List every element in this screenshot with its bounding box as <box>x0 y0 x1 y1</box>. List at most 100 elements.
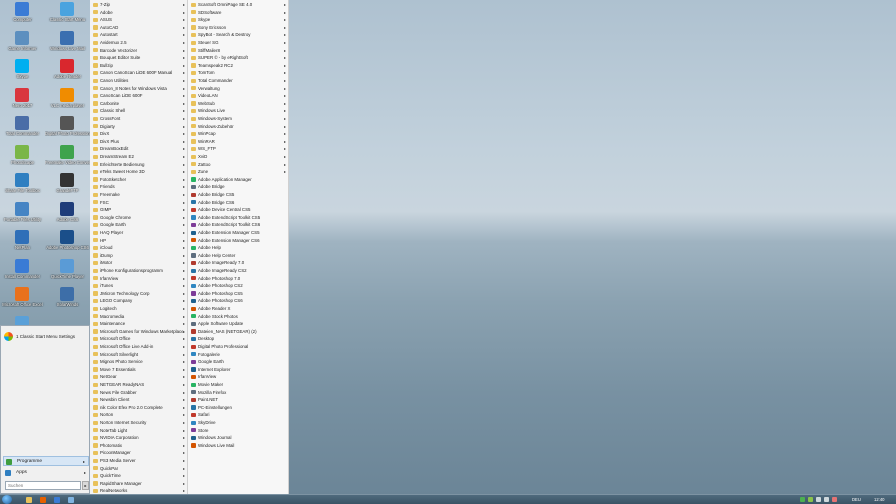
start-button[interactable] <box>2 495 12 504</box>
program-folder-item[interactable]: HP ▸ <box>90 237 187 245</box>
program-folder-item[interactable]: Norton ▸ <box>90 411 187 419</box>
language-indicator[interactable]: DEU <box>852 495 861 504</box>
firefox-icon[interactable] <box>40 497 46 503</box>
desktop-icon[interactable]: Total Commander <box>0 116 45 144</box>
desktop-icon[interactable]: VLC media player <box>45 87 90 116</box>
program-folder-item[interactable]: Friends ▸ <box>90 183 187 191</box>
program-folder-item[interactable]: WS_FTP ▸ <box>188 145 288 153</box>
program-folder-item[interactable]: Classic Shell ▸ <box>90 107 187 115</box>
program-folder-item[interactable]: SDSoftware ▸ <box>188 9 288 17</box>
program-folder-item[interactable]: WinPcap ▸ <box>188 130 288 138</box>
program-folder-item[interactable]: Maintenance ▸ <box>90 320 187 328</box>
program-folder-item[interactable]: QuickPar ▸ <box>90 465 187 473</box>
program-shortcut-item[interactable]: Safari <box>188 411 288 419</box>
program-folder-item[interactable]: Newsbin Client ▸ <box>90 396 187 404</box>
shutdown-button[interactable]: ▸ <box>82 481 89 490</box>
program-shortcut-item[interactable]: Store <box>188 427 288 435</box>
start-menu-apps-item[interactable]: Apps ▸ <box>3 468 89 478</box>
program-folder-item[interactable]: iCloud ▸ <box>90 244 187 252</box>
program-folder-item[interactable]: Freemake ▸ <box>90 191 187 199</box>
program-folder-item[interactable]: Google Chrome ▸ <box>90 214 187 222</box>
desktop-icon[interactable]: Digital Photo Professional <box>45 116 90 144</box>
program-folder-item[interactable]: Zune ▸ <box>188 168 288 176</box>
program-shortcut-item[interactable]: Adobe Reader X <box>188 305 288 313</box>
program-folder-item[interactable]: Carbonite ▸ <box>90 100 187 108</box>
program-folder-item[interactable]: eTeks Sweet Home 3D ▸ <box>90 168 187 176</box>
program-folder-item[interactable]: Windows-Zubehör ▸ <box>188 123 288 131</box>
flag-icon[interactable] <box>832 497 837 502</box>
program-folder-item[interactable]: AutoCAD ▸ <box>90 24 187 32</box>
program-folder-item[interactable]: Total Commander ▸ <box>188 77 288 85</box>
desktop-icon[interactable]: Portable Files Utility <box>0 201 45 230</box>
program-shortcut-item[interactable]: Google Earth <box>188 358 288 366</box>
program-folder-item[interactable]: TomTom ▸ <box>188 69 288 77</box>
program-folder-item[interactable]: DreamStream E2 ▸ <box>90 153 187 161</box>
program-folder-item[interactable]: Move 7 Essentials ▸ <box>90 366 187 374</box>
program-folder-item[interactable]: SUPER © - by eRightSoft ▸ <box>188 54 288 62</box>
program-shortcut-item[interactable]: Apple Software Update <box>188 320 288 328</box>
program-folder-item[interactable]: FSC ▸ <box>90 199 187 207</box>
program-folder-item[interactable]: Canon Utilities ▸ <box>90 77 187 85</box>
program-folder-item[interactable]: Zattoo ▸ <box>188 161 288 169</box>
desktop-icon[interactable]: PhotoScape <box>0 144 45 173</box>
program-shortcut-item[interactable]: Adobe ExtendScript Toolkit CS5 <box>188 214 288 222</box>
desktop-icon[interactable]: NetPlan <box>0 230 45 258</box>
program-shortcut-item[interactable]: Windows Journal <box>188 434 288 442</box>
desktop-icon[interactable]: SolarWinds <box>45 287 90 315</box>
program-folder-item[interactable]: NoteTab Light ▸ <box>90 427 187 435</box>
desktop-icon[interactable]: Share File Toolbox <box>0 173 45 201</box>
program-shortcut-item[interactable]: Adobe Stock Photos <box>188 313 288 321</box>
program-folder-item[interactable]: Canon_8 Notes for Windows Vista ▸ <box>90 85 187 93</box>
program-folder-item[interactable]: Canon CanoScan LiDE 600F Manual ▸ <box>90 69 187 77</box>
program-shortcut-item[interactable]: Desktop <box>188 335 288 343</box>
desktop-icon[interactable]: Skype <box>0 59 45 87</box>
program-folder-item[interactable]: ScanSoft OmniPage SE 4.0 ▸ <box>188 1 288 9</box>
program-shortcut-item[interactable]: Digital Photo Professional <box>188 343 288 351</box>
program-folder-item[interactable]: PS3 Media Server ▸ <box>90 457 187 465</box>
volume-icon[interactable] <box>824 497 829 502</box>
program-shortcut-item[interactable]: Adobe Extension Manager CS5 <box>188 229 288 237</box>
program-folder-item[interactable]: iPhone Konfigurationsprogramm ▸ <box>90 267 187 275</box>
program-shortcut-item[interactable]: Adobe ImageReady CS2 <box>188 267 288 275</box>
program-folder-item[interactable]: GIMP ▸ <box>90 206 187 214</box>
program-shortcut-item[interactable]: Adobe Bridge <box>188 183 288 191</box>
program-folder-item[interactable]: nik Color Efex Pro 2.0 Complete ▸ <box>90 404 187 412</box>
program-folder-item[interactable]: DreamBoxEdit ▸ <box>90 145 187 153</box>
program-folder-item[interactable]: CanoScan LiDE 600F ▸ <box>90 92 187 100</box>
program-folder-item[interactable]: SpyBot - Search & Destroy ▸ <box>188 31 288 39</box>
program-folder-item[interactable]: NVIDIA Corporation ▸ <box>90 434 187 442</box>
program-folder-item[interactable]: WinRAR ▸ <box>188 138 288 146</box>
program-shortcut-item[interactable]: Windows Live Mail <box>188 442 288 450</box>
program-folder-item[interactable]: VideoLAN ▸ <box>188 92 288 100</box>
program-folder-item[interactable]: ASUS ▸ <box>90 16 187 24</box>
program-folder-item[interactable]: FotoSketcher ▸ <box>90 176 187 184</box>
program-folder-item[interactable]: Microsoft Silverlight ▸ <box>90 351 187 359</box>
explorer-icon[interactable] <box>26 497 32 503</box>
program-folder-item[interactable]: Logitech ▸ <box>90 305 187 313</box>
desktop-icon[interactable]: GrandeFTP <box>45 173 90 201</box>
program-folder-item[interactable]: Microsoft Office ▸ <box>90 335 187 343</box>
program-shortcut-item[interactable]: Adobe Application Manager <box>188 176 288 184</box>
program-shortcut-item[interactable]: Adobe Extension Manager CS6 <box>188 237 288 245</box>
program-folder-item[interactable]: Skype ▸ <box>188 16 288 24</box>
desktop-icon[interactable]: Computer <box>0 2 45 30</box>
program-folder-item[interactable]: Macromedia ▸ <box>90 313 187 321</box>
program-folder-item[interactable]: iTunes ▸ <box>90 282 187 290</box>
program-folder-item[interactable]: Google Earth ▸ <box>90 221 187 229</box>
program-folder-item[interactable]: Teamspeak2 RC2 ▸ <box>188 62 288 70</box>
program-folder-item[interactable]: Windows-System ▸ <box>188 115 288 123</box>
program-folder-item[interactable]: HAQ Player ▸ <box>90 229 187 237</box>
program-shortcut-item[interactable]: Dateien_NAS (NETGEAR) (2) <box>188 328 288 336</box>
program-folder-item[interactable]: NetGear ▸ <box>90 373 187 381</box>
program-shortcut-item[interactable]: Adobe Photoshop CS5 <box>188 290 288 298</box>
program-folder-item[interactable]: DivX ▸ <box>90 130 187 138</box>
start-search-input[interactable] <box>5 481 81 490</box>
program-folder-item[interactable]: Autostart ▸ <box>90 31 187 39</box>
classic-start-menu-settings-item[interactable]: 1 Classic Start Menu Settings <box>4 332 86 342</box>
start-menu-programs-item[interactable]: Programme ▸ <box>3 456 89 466</box>
clock[interactable]: 12:40 <box>874 495 884 504</box>
program-folder-item[interactable]: Barcode Vectorizer ▸ <box>90 47 187 55</box>
program-folder-item[interactable]: Sony Ericsson ▸ <box>188 24 288 32</box>
desktop-icon[interactable]: Nero 2017 <box>0 87 45 116</box>
desktop-icon[interactable]: Game Informer <box>0 30 45 59</box>
